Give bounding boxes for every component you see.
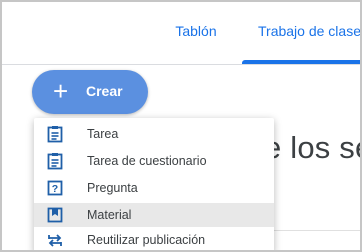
menu-item-reutilizar-publicacion[interactable]: Reutilizar publicación xyxy=(34,228,274,250)
assignment-icon xyxy=(47,126,63,143)
menu-item-material[interactable]: Material xyxy=(34,203,274,227)
tab-trabajo-de-clase[interactable]: Trabajo de clase xyxy=(246,2,360,64)
tab-tablon[interactable]: Tablón xyxy=(155,2,237,64)
menu-item-label: Tarea de cuestionario xyxy=(87,154,207,168)
create-button-label: Crear xyxy=(86,83,123,99)
menu-item-label: Material xyxy=(87,208,132,222)
svg-text:?: ? xyxy=(52,183,58,195)
menu-item-tarea[interactable]: Tarea xyxy=(34,122,274,146)
page-heading-partial: e los se xyxy=(264,130,362,165)
menu-item-pregunta[interactable]: ? Pregunta xyxy=(34,176,274,200)
create-menu: Tarea Tarea de cuestionario ? Pregunta M… xyxy=(34,118,274,250)
create-button[interactable]: + Crear xyxy=(32,70,148,114)
quiz-assignment-icon xyxy=(47,153,63,170)
material-icon xyxy=(47,207,63,223)
question-icon: ? xyxy=(47,180,63,196)
reuse-icon xyxy=(48,234,62,247)
plus-icon: + xyxy=(53,76,69,106)
divider xyxy=(274,230,360,231)
active-tab-indicator xyxy=(242,60,360,64)
menu-item-label: Reutilizar publicación xyxy=(87,233,206,247)
app-window: Tablón Trabajo de clase + Crear e los se… xyxy=(0,0,362,252)
top-navigation-bar: Tablón Trabajo de clase xyxy=(2,2,360,65)
menu-item-tarea-de-cuestionario[interactable]: Tarea de cuestionario xyxy=(34,149,274,173)
menu-item-label: Tarea xyxy=(87,127,119,141)
menu-item-label: Pregunta xyxy=(87,181,138,195)
